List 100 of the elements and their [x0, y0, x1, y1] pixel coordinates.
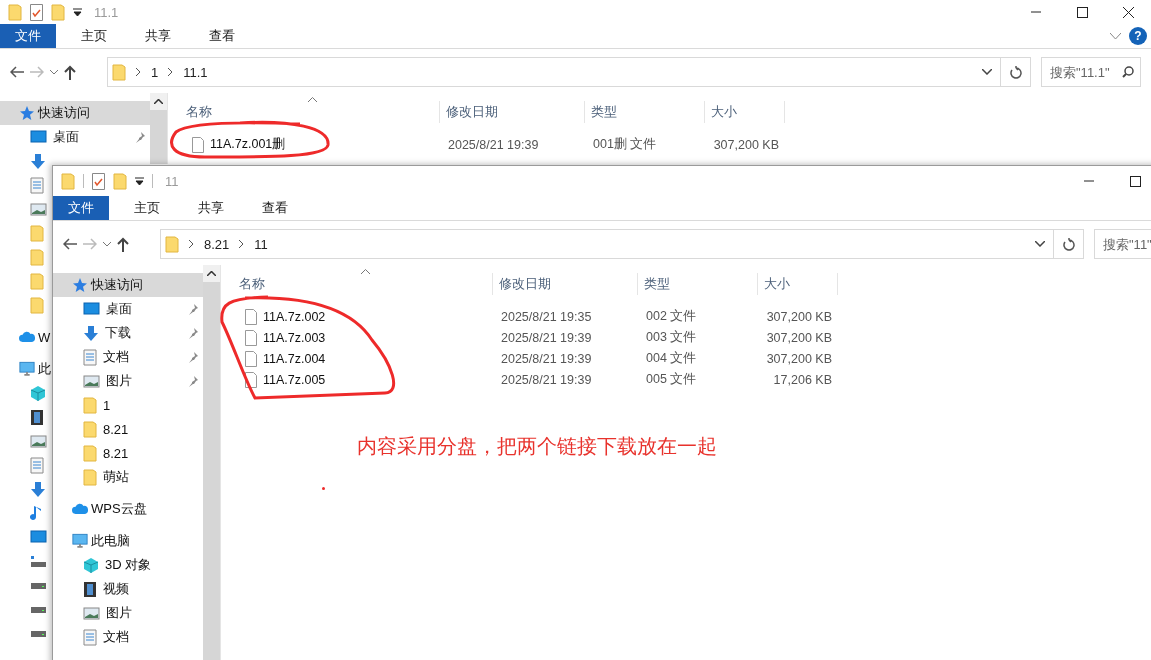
file-name[interactable]: 11A.7z.004	[221, 350, 493, 367]
folder-icon	[8, 3, 22, 21]
column-header[interactable]: 名称	[168, 101, 440, 123]
file-name[interactable]: 11A.7z.003	[221, 329, 493, 346]
file-size: 307,200 KB	[765, 309, 833, 324]
recent-dropdown[interactable]	[50, 69, 58, 75]
nav-item[interactable]: 3D 对象	[53, 553, 152, 577]
back-button[interactable]	[63, 238, 77, 250]
column-header[interactable]: 类型	[638, 273, 758, 295]
music-note-icon	[30, 504, 44, 522]
nav-item[interactable]: 8.21	[53, 417, 129, 441]
up-button[interactable]	[117, 236, 129, 252]
picture-icon	[83, 374, 100, 388]
ribbon-tab[interactable]: 主页	[66, 24, 122, 48]
cloud-icon	[19, 331, 35, 343]
nav-item[interactable]: 1	[53, 393, 111, 417]
scrollbar[interactable]	[203, 265, 221, 660]
file-size: 307,200 KB	[765, 330, 833, 345]
address-bar[interactable]: 8.21 11	[160, 229, 1054, 259]
nav-item[interactable]: 桌面	[53, 297, 203, 321]
column-header[interactable]: 大小	[758, 273, 838, 295]
ribbon-tab[interactable]: 共享	[183, 196, 239, 220]
document-icon	[83, 628, 97, 646]
file-icon	[245, 308, 257, 325]
column-header[interactable]: 修改日期	[493, 273, 638, 295]
modified-date: 2025/8/21 19:39	[447, 137, 540, 152]
ribbon-tab[interactable]: 主页	[119, 196, 175, 220]
nav-item[interactable]: 图片	[53, 369, 203, 393]
document-icon	[30, 456, 44, 474]
modified-date: 2025/8/21 19:35	[500, 309, 593, 324]
file-type: 001删 文件	[592, 136, 658, 153]
search-field[interactable]: 搜索"11.1"	[1041, 57, 1141, 87]
nav-item[interactable]: 萌站	[53, 465, 129, 489]
refresh-icon	[1062, 237, 1075, 251]
cloud-icon	[72, 503, 88, 515]
recent-dropdown[interactable]	[103, 241, 111, 247]
film-icon	[30, 408, 44, 426]
nav-item[interactable]: 文档	[53, 345, 203, 369]
cube-icon	[83, 556, 99, 574]
address-bar[interactable]: 1 11.1	[107, 57, 1001, 87]
file-type: 005 文件	[645, 371, 698, 388]
nav-item[interactable]: 此	[0, 357, 51, 381]
nav-item[interactable]: 文档	[53, 625, 129, 649]
chevron-right-icon	[136, 68, 141, 76]
column-header[interactable]: 修改日期	[440, 101, 585, 123]
scroll-up-icon[interactable]	[154, 99, 163, 104]
search-field[interactable]: 搜索"11"	[1094, 229, 1151, 259]
nav-item[interactable]: 此电脑	[53, 529, 130, 553]
properties-icon	[92, 172, 105, 190]
breadcrumb[interactable]: 11.1	[183, 64, 208, 80]
nav-item[interactable]: 图片	[53, 601, 132, 625]
chevron-down-icon	[1035, 241, 1045, 247]
scroll-up-icon[interactable]	[207, 271, 216, 276]
ribbon-tab[interactable]: 查看	[194, 24, 250, 48]
annotation-text: 内容采用分盘，把两个链接下载放在一起	[357, 434, 717, 459]
ribbon-tab[interactable]: 文件	[0, 24, 56, 48]
maximize-icon	[1076, 6, 1088, 18]
file-name[interactable]: 11A.7z.005	[221, 371, 493, 388]
ribbon-tab[interactable]: 文件	[53, 196, 109, 220]
computer-icon	[19, 361, 35, 377]
back-button[interactable]	[10, 66, 24, 78]
column-header[interactable]: 类型	[585, 101, 705, 123]
ribbon-tab[interactable]: 共享	[130, 24, 186, 48]
dropdown-icon	[135, 177, 144, 185]
up-button[interactable]	[64, 64, 76, 80]
file-type: 002 文件	[645, 308, 698, 325]
nav-item[interactable]: 8.21	[53, 441, 129, 465]
refresh-button[interactable]	[1054, 229, 1084, 259]
desktop-icon	[30, 530, 47, 544]
file-name[interactable]: 11A.7z.001删	[168, 136, 440, 153]
nav-item[interactable]: 下载	[53, 321, 203, 345]
search-icon	[1122, 66, 1134, 78]
download-icon	[30, 152, 46, 170]
breadcrumb[interactable]: 11	[254, 236, 268, 252]
nav-item[interactable]: 快速访问	[53, 273, 203, 297]
ribbon-tab[interactable]: 查看	[247, 196, 303, 220]
column-header[interactable]: 名称	[221, 273, 493, 295]
refresh-button[interactable]	[1001, 57, 1031, 87]
scrollbar[interactable]	[150, 93, 168, 164]
nav-item[interactable]: 桌面	[0, 125, 150, 149]
folder-icon	[30, 248, 44, 266]
drive-icon	[30, 628, 47, 638]
chevron-down-icon	[1110, 32, 1121, 40]
nav-item[interactable]: WPS云盘	[53, 497, 147, 521]
nav-item[interactable]: 快速访问	[0, 101, 150, 125]
column-header[interactable]: 大小	[705, 101, 785, 123]
file-size: 307,200 KB	[712, 137, 780, 152]
help-button[interactable]: ?	[1129, 27, 1147, 45]
breadcrumb[interactable]: 8.21	[204, 236, 230, 252]
nav-item[interactable]: W	[0, 325, 51, 349]
modified-date: 2025/8/21 19:39	[500, 372, 593, 387]
nav-item[interactable]: 视频	[53, 577, 129, 601]
drive-icon	[30, 580, 47, 590]
breadcrumb[interactable]: 1	[151, 64, 159, 80]
window-title: 11.1	[94, 4, 119, 20]
chevron-right-icon	[189, 240, 194, 248]
file-name[interactable]: 11A.7z.002	[221, 308, 493, 325]
star-icon	[72, 277, 88, 293]
computer-icon	[72, 533, 88, 549]
file-icon	[245, 329, 257, 346]
